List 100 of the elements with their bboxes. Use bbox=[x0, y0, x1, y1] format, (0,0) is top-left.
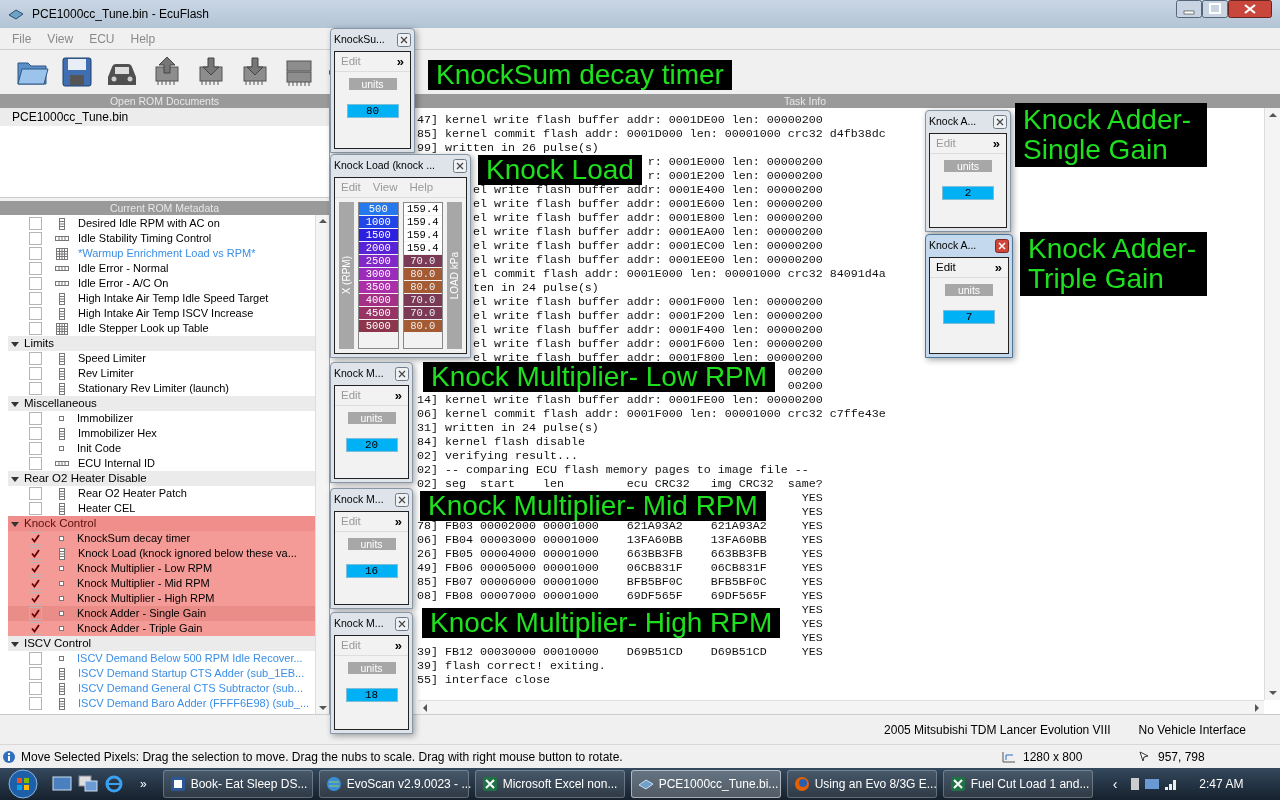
item-label: Rear O2 Heater Patch bbox=[78, 486, 187, 502]
checkbox[interactable] bbox=[29, 652, 42, 665]
close-button[interactable] bbox=[995, 239, 1009, 253]
value-cell[interactable]: 159.4 bbox=[403, 242, 442, 254]
checkbox[interactable] bbox=[29, 217, 42, 230]
value-cell[interactable]: 80.0 bbox=[403, 320, 442, 332]
value-cell[interactable]: 70.0 bbox=[403, 294, 442, 306]
log-line: 00200 bbox=[787, 379, 823, 393]
checkbox[interactable] bbox=[29, 577, 42, 590]
checkbox[interactable] bbox=[29, 457, 42, 470]
scrollbar[interactable] bbox=[315, 215, 329, 714]
scrollbar[interactable] bbox=[1264, 108, 1280, 700]
checkbox[interactable] bbox=[29, 277, 42, 290]
checkbox[interactable] bbox=[29, 442, 42, 455]
checkbox[interactable] bbox=[29, 682, 42, 695]
tool-window[interactable]: Knock A... Edit » units 7 bbox=[925, 234, 1013, 358]
tree-row[interactable]: Knock Adder - Single Gain bbox=[8, 606, 315, 621]
checkbox[interactable] bbox=[29, 412, 42, 425]
group-row[interactable]: ISCV Control bbox=[8, 636, 315, 651]
checkbox[interactable] bbox=[29, 292, 42, 305]
group-row[interactable]: Limits bbox=[8, 336, 315, 351]
checkbox[interactable] bbox=[29, 322, 42, 335]
value-cell[interactable]: 159.4 bbox=[403, 203, 442, 215]
close-button[interactable] bbox=[397, 33, 411, 47]
tool-window[interactable]: Knock Load (knock ... Edit View Help X (RPM) 500 1000 1500 2000 2500 3000 3500 4000 4500 5000 159.4 159.4 159.4 159.4 70.0 80.0 80.0 70.0 70.0 80.0 LOAD kPa bbox=[330, 154, 471, 358]
annotation-label: Knock Load bbox=[478, 155, 642, 185]
panel-header: Open ROM Documents bbox=[0, 94, 329, 108]
checkbox[interactable] bbox=[29, 367, 42, 380]
group-row[interactable]: Knock Control bbox=[8, 516, 315, 531]
overflow-chevron[interactable]: » bbox=[396, 51, 404, 72]
close-button[interactable] bbox=[395, 367, 409, 381]
value-cell[interactable]: 159.4 bbox=[403, 216, 442, 228]
close-button[interactable] bbox=[453, 159, 467, 173]
overflow-chevron[interactable]: » bbox=[394, 511, 402, 532]
desktop-icon[interactable] bbox=[52, 775, 72, 793]
close-button[interactable] bbox=[395, 493, 409, 507]
tool-window[interactable]: Knock A... Edit » units 2 bbox=[925, 110, 1011, 232]
value-cell[interactable]: 16 bbox=[345, 564, 398, 578]
checkbox[interactable] bbox=[29, 427, 42, 440]
annotation-label: Knock Multiplier- Low RPM bbox=[423, 362, 776, 392]
value-cell[interactable]: 159.4 bbox=[403, 229, 442, 241]
log-line: 06] FB04 00003000 00001000 13FA60BB 13FA60BB YES bbox=[417, 533, 823, 547]
minimize-button[interactable] bbox=[1176, 0, 1202, 18]
value-cell[interactable]: 80.0 bbox=[403, 281, 442, 293]
value-cell[interactable]: 70.0 bbox=[403, 307, 442, 319]
document-item[interactable]: PCE1000cc_Tune.bin bbox=[0, 108, 329, 126]
checkbox[interactable] bbox=[29, 532, 42, 545]
value-cell[interactable]: 7 bbox=[943, 310, 995, 324]
checkbox[interactable] bbox=[29, 607, 42, 620]
taskbar-button[interactable]: Book- Eat Sleep DS... bbox=[162, 770, 313, 798]
overflow-chevron[interactable]: » bbox=[130, 775, 157, 793]
checkbox[interactable] bbox=[29, 547, 42, 560]
taskbar-button[interactable]: Using an Evo 8/3G E... bbox=[786, 770, 937, 798]
value-cell[interactable]: 2 bbox=[942, 186, 994, 200]
value-cell[interactable]: 70.0 bbox=[403, 255, 442, 267]
item-label: *Warmup Enrichment Load vs RPM* bbox=[78, 246, 256, 262]
tool-window[interactable]: KnockSu... Edit » units 80 bbox=[330, 28, 415, 153]
close-button[interactable] bbox=[1228, 0, 1272, 18]
checkbox[interactable] bbox=[29, 622, 42, 635]
checkbox[interactable] bbox=[29, 307, 42, 320]
overflow-chevron[interactable]: » bbox=[994, 257, 1002, 278]
value-cell[interactable]: 20 bbox=[345, 438, 398, 452]
checkbox[interactable] bbox=[29, 502, 42, 515]
checkbox[interactable] bbox=[29, 382, 42, 395]
checkbox[interactable] bbox=[29, 667, 42, 680]
value-cell[interactable]: 18 bbox=[345, 688, 398, 702]
checkbox[interactable] bbox=[29, 562, 42, 575]
taskbar-button[interactable]: EvoScan v2.9.0023 - ... bbox=[318, 770, 469, 798]
checkbox[interactable] bbox=[29, 487, 42, 500]
app-icon bbox=[8, 8, 24, 20]
group-row[interactable]: Miscellaneous bbox=[8, 396, 315, 411]
checkbox[interactable] bbox=[29, 352, 42, 365]
checkbox[interactable] bbox=[29, 262, 42, 275]
checkbox[interactable] bbox=[29, 697, 42, 710]
close-button[interactable] bbox=[993, 115, 1007, 129]
browser-e-icon[interactable] bbox=[104, 775, 124, 793]
save-icon[interactable] bbox=[60, 55, 94, 89]
maximize-button[interactable] bbox=[1202, 0, 1228, 18]
checkbox[interactable] bbox=[29, 247, 42, 260]
taskbar-button[interactable]: Fuel Cut Load 1 and... bbox=[942, 770, 1093, 798]
checkbox[interactable] bbox=[29, 232, 42, 245]
group-row[interactable]: Rear O2 Heater Disable bbox=[8, 471, 315, 486]
tool-window[interactable]: Knock M... Edit » units 20 bbox=[330, 362, 413, 483]
value-cell[interactable]: 80.0 bbox=[403, 268, 442, 280]
tray-expand-arrow[interactable]: ‹ bbox=[1112, 773, 1118, 795]
overflow-chevron[interactable]: » bbox=[394, 635, 402, 656]
log-line: r: 0001E200 len: 00000200 bbox=[647, 169, 823, 183]
tool-window[interactable]: Knock M... Edit » units 16 bbox=[330, 488, 413, 609]
windows-switch-icon[interactable] bbox=[78, 775, 98, 793]
menu-item[interactable]: Edit bbox=[936, 258, 956, 277]
value-cell[interactable]: 80 bbox=[346, 104, 399, 118]
window-title: Knock Load (knock ... bbox=[334, 158, 435, 174]
close-button[interactable] bbox=[395, 617, 409, 631]
taskbar-button[interactable]: Microsoft Excel non... bbox=[474, 770, 625, 798]
tool-window[interactable]: Knock M... Edit » units 18 bbox=[330, 612, 413, 734]
scrollbar[interactable] bbox=[418, 700, 1264, 714]
checkbox[interactable] bbox=[29, 592, 42, 605]
overflow-chevron[interactable]: » bbox=[992, 133, 1000, 154]
taskbar-button[interactable]: PCE1000cc_Tune.bi... bbox=[630, 770, 781, 798]
overflow-chevron[interactable]: » bbox=[394, 385, 402, 406]
